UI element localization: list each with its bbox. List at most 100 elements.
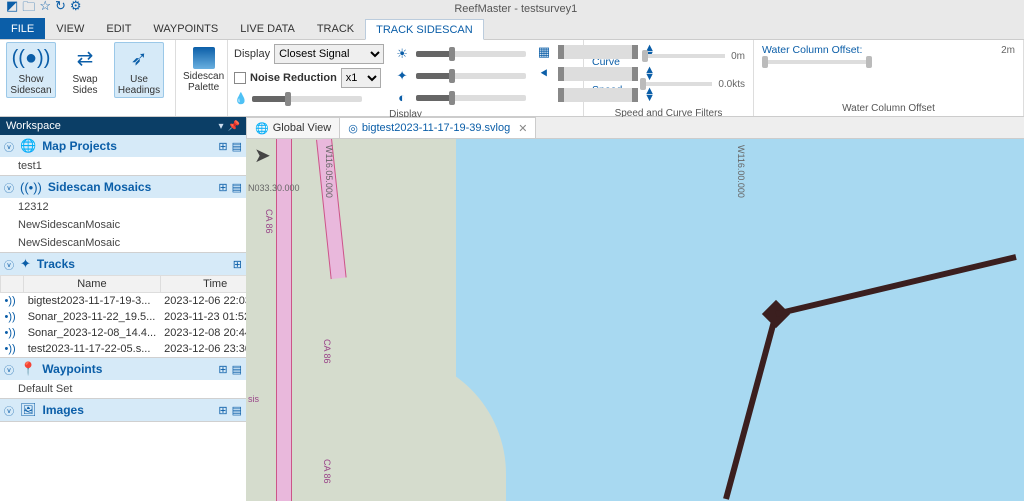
- sidescan-icon: ((●)): [17, 44, 45, 72]
- workspace-pin-icon[interactable]: 📌: [228, 121, 240, 132]
- track-line: [246, 139, 1024, 501]
- track-icon: ✦: [20, 256, 31, 272]
- section-label: Waypoints: [42, 362, 102, 376]
- swap-sides-button[interactable]: ⇄ Swap Sides: [60, 42, 110, 98]
- table-row[interactable]: •))test2023-11-17-22-05.s...2023-12-06 2…: [1, 341, 271, 357]
- display-label: Display: [234, 48, 270, 60]
- pin-icon: 📍: [20, 361, 36, 377]
- tab-global-view[interactable]: 🌐 Global View: [246, 117, 340, 138]
- section-label: Images: [43, 403, 84, 417]
- chevron-icon: ⓥ: [4, 403, 14, 418]
- chevron-icon: ⓥ: [4, 257, 14, 272]
- add-icon[interactable]: ⊞: [218, 140, 227, 153]
- menu-waypoints[interactable]: WAYPOINTS: [142, 18, 229, 39]
- menu-track-sidescan[interactable]: TRACK SIDESCAN: [365, 19, 484, 40]
- section-head-map-projects[interactable]: ⓥ 🌐 Map Projects ⊞ ▤: [0, 135, 246, 157]
- chevron-icon: ⓥ: [4, 180, 14, 195]
- globe-icon: 🌐: [255, 122, 269, 135]
- track-item-icon: •)): [5, 311, 16, 323]
- list-item[interactable]: NewSidescanMosaic: [0, 216, 246, 234]
- col-name[interactable]: Name: [24, 276, 160, 293]
- track-item-icon: •)): [5, 343, 16, 355]
- noise-reduction-checkbox[interactable]: [234, 72, 246, 84]
- max-speed-slider[interactable]: [640, 82, 712, 86]
- min-curve-value: 0m: [731, 51, 745, 62]
- slider-contrast[interactable]: [416, 95, 526, 101]
- noise-reduction-label: Noise Reduction: [250, 72, 337, 84]
- star-icon: ✦: [394, 68, 410, 84]
- noise-mult-select[interactable]: x1: [341, 68, 381, 88]
- chevron-icon: ⓥ: [4, 139, 14, 154]
- close-icon[interactable]: ✕: [518, 122, 527, 135]
- range-slider-2[interactable]: [558, 67, 638, 81]
- slider-gain[interactable]: [416, 73, 526, 79]
- menu-view[interactable]: VIEW: [45, 18, 95, 39]
- list-item[interactable]: Default Set: [0, 380, 246, 398]
- map-canvas[interactable]: ➤ W116.05.000 W116.00.000 N033.30.000 CA…: [246, 139, 1024, 501]
- chevron-icon: ⓥ: [4, 362, 14, 377]
- display-select[interactable]: Closest Signal: [274, 44, 384, 64]
- section-head-images[interactable]: ⓥ 🖼 Images ⊞ ▤: [0, 399, 246, 421]
- water-col-value: 2m: [1001, 45, 1015, 56]
- max-speed-value: 0.0kts: [718, 79, 745, 90]
- water-col-slider[interactable]: [762, 60, 872, 64]
- add-icon[interactable]: ⊞: [218, 363, 227, 376]
- add-icon[interactable]: ⊞: [218, 404, 227, 417]
- more-icon[interactable]: ▤: [232, 140, 242, 153]
- tab-label: bigtest2023-11-17-19-39.svlog: [362, 122, 510, 134]
- more-icon[interactable]: ▤: [232, 363, 242, 376]
- min-curve-slider[interactable]: [642, 54, 725, 58]
- add-icon[interactable]: ⊞: [233, 258, 242, 271]
- globe-icon: 🌐: [20, 138, 36, 154]
- folder-icon[interactable]: 🗀: [22, 0, 35, 20]
- table-row[interactable]: •))Sonar_2023-12-08_14.4...2023-12-08 20…: [1, 325, 271, 341]
- menu-file[interactable]: FILE: [0, 18, 45, 39]
- range-slider-1[interactable]: [558, 45, 638, 59]
- water-drop-icon: 💧: [234, 92, 248, 105]
- refresh-icon[interactable]: ↻: [55, 0, 66, 20]
- add-icon[interactable]: ⊞: [218, 181, 227, 194]
- btn-label: Sidescan Palette: [183, 71, 224, 93]
- show-sidescan-button[interactable]: ((●)) Show Sidescan: [6, 42, 56, 98]
- list-item[interactable]: 12312: [0, 198, 246, 216]
- list-item[interactable]: test1: [0, 157, 246, 175]
- app-icon: ◩: [6, 0, 18, 20]
- section-head-tracks[interactable]: ⓥ ✦ Tracks ⊞: [0, 253, 246, 275]
- btn-label: Swap Sides: [72, 74, 97, 96]
- image-icon: 🖼: [20, 402, 37, 418]
- tab-file[interactable]: ◎ bigtest2023-11-17-19-39.svlog ✕: [339, 117, 536, 138]
- menu-edit[interactable]: EDIT: [95, 18, 142, 39]
- use-headings-button[interactable]: ➶ Use Headings: [114, 42, 164, 98]
- table-row[interactable]: •))bigtest2023-11-17-19-3...2023-12-06 2…: [1, 293, 271, 310]
- checker-icon: ▦: [536, 44, 552, 60]
- menu-track[interactable]: TRACK: [306, 18, 365, 39]
- slider-brightness[interactable]: [416, 51, 526, 57]
- more-icon[interactable]: ▤: [232, 181, 242, 194]
- list-item[interactable]: NewSidescanMosaic: [0, 234, 246, 252]
- range-slider-3[interactable]: [558, 88, 638, 102]
- sun-icon: ☀: [394, 46, 410, 62]
- contrast-icon: ◐: [394, 90, 410, 105]
- water-col-label: Water Column Offset:: [762, 44, 862, 56]
- more-icon[interactable]: ▤: [232, 404, 242, 417]
- section-label: Sidescan Mosaics: [48, 180, 151, 194]
- track-item-icon: •)): [5, 327, 16, 339]
- table-row[interactable]: •))Sonar_2023-11-22_19.5...2023-11-23 01…: [1, 309, 271, 325]
- section-head-sidescan[interactable]: ⓥ ((•)) Sidescan Mosaics ⊞▤: [0, 176, 246, 198]
- btn-label: Use Headings: [118, 74, 160, 96]
- menu-live-data[interactable]: LIVE DATA: [229, 18, 306, 39]
- water-col-group-label: Water Column Offset: [762, 99, 1015, 116]
- compass-icon: ➶: [125, 44, 153, 72]
- section-label: Map Projects: [42, 139, 117, 153]
- slider-water[interactable]: [252, 96, 362, 102]
- left-arrow-icon: ⯇: [536, 66, 552, 82]
- section-label: Tracks: [37, 257, 75, 271]
- workspace-dropdown-icon[interactable]: ▾: [219, 121, 224, 132]
- section-head-waypoints[interactable]: ⓥ 📍 Waypoints ⊞ ▤: [0, 358, 246, 380]
- swap-icon: ⇄: [71, 44, 99, 72]
- sidescan-palette-button[interactable]: Sidescan Palette: [182, 42, 225, 98]
- gear-icon[interactable]: ⚙: [70, 0, 82, 20]
- star-icon[interactable]: ☆: [39, 0, 51, 20]
- tab-label: Global View: [273, 122, 332, 134]
- palette-icon: [193, 47, 215, 69]
